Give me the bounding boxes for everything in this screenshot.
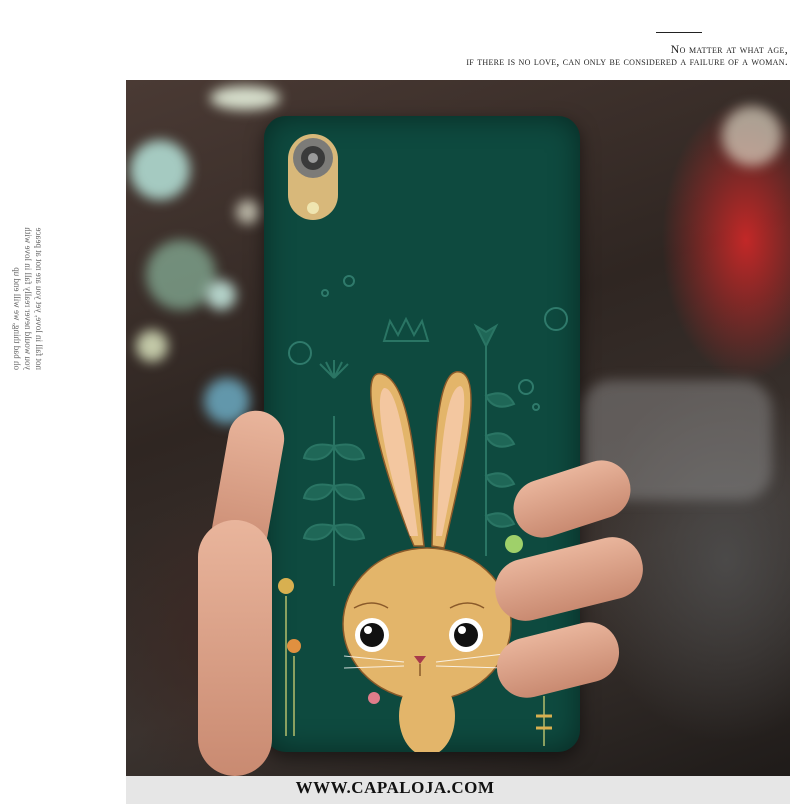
bokeh-light — [130, 140, 190, 200]
side-text-line: you would never really fall in love with — [23, 227, 33, 370]
bokeh-light — [722, 106, 782, 166]
website-url[interactable]: WWW.CAPALOJA.COM — [0, 778, 790, 798]
quote-line-2: if there is no love, can only be conside… — [466, 56, 788, 68]
quote-line-1: No matter at what age, — [670, 42, 788, 56]
bokeh-light — [136, 330, 168, 362]
bokeh-light — [146, 240, 216, 310]
hand-palm — [198, 520, 272, 776]
bokeh-light — [206, 280, 236, 310]
bokeh-light — [236, 200, 260, 224]
side-text: not fall in love, yet you are not at pea… — [0, 160, 44, 370]
bokeh-light — [210, 86, 280, 110]
side-text-line: oh bad thing, we will end up — [12, 267, 22, 370]
camera-icon — [288, 134, 338, 220]
top-rule — [656, 32, 702, 33]
bubbles — [288, 275, 568, 411]
side-text-line: not fall in love, yet you are not at pea… — [34, 227, 44, 370]
